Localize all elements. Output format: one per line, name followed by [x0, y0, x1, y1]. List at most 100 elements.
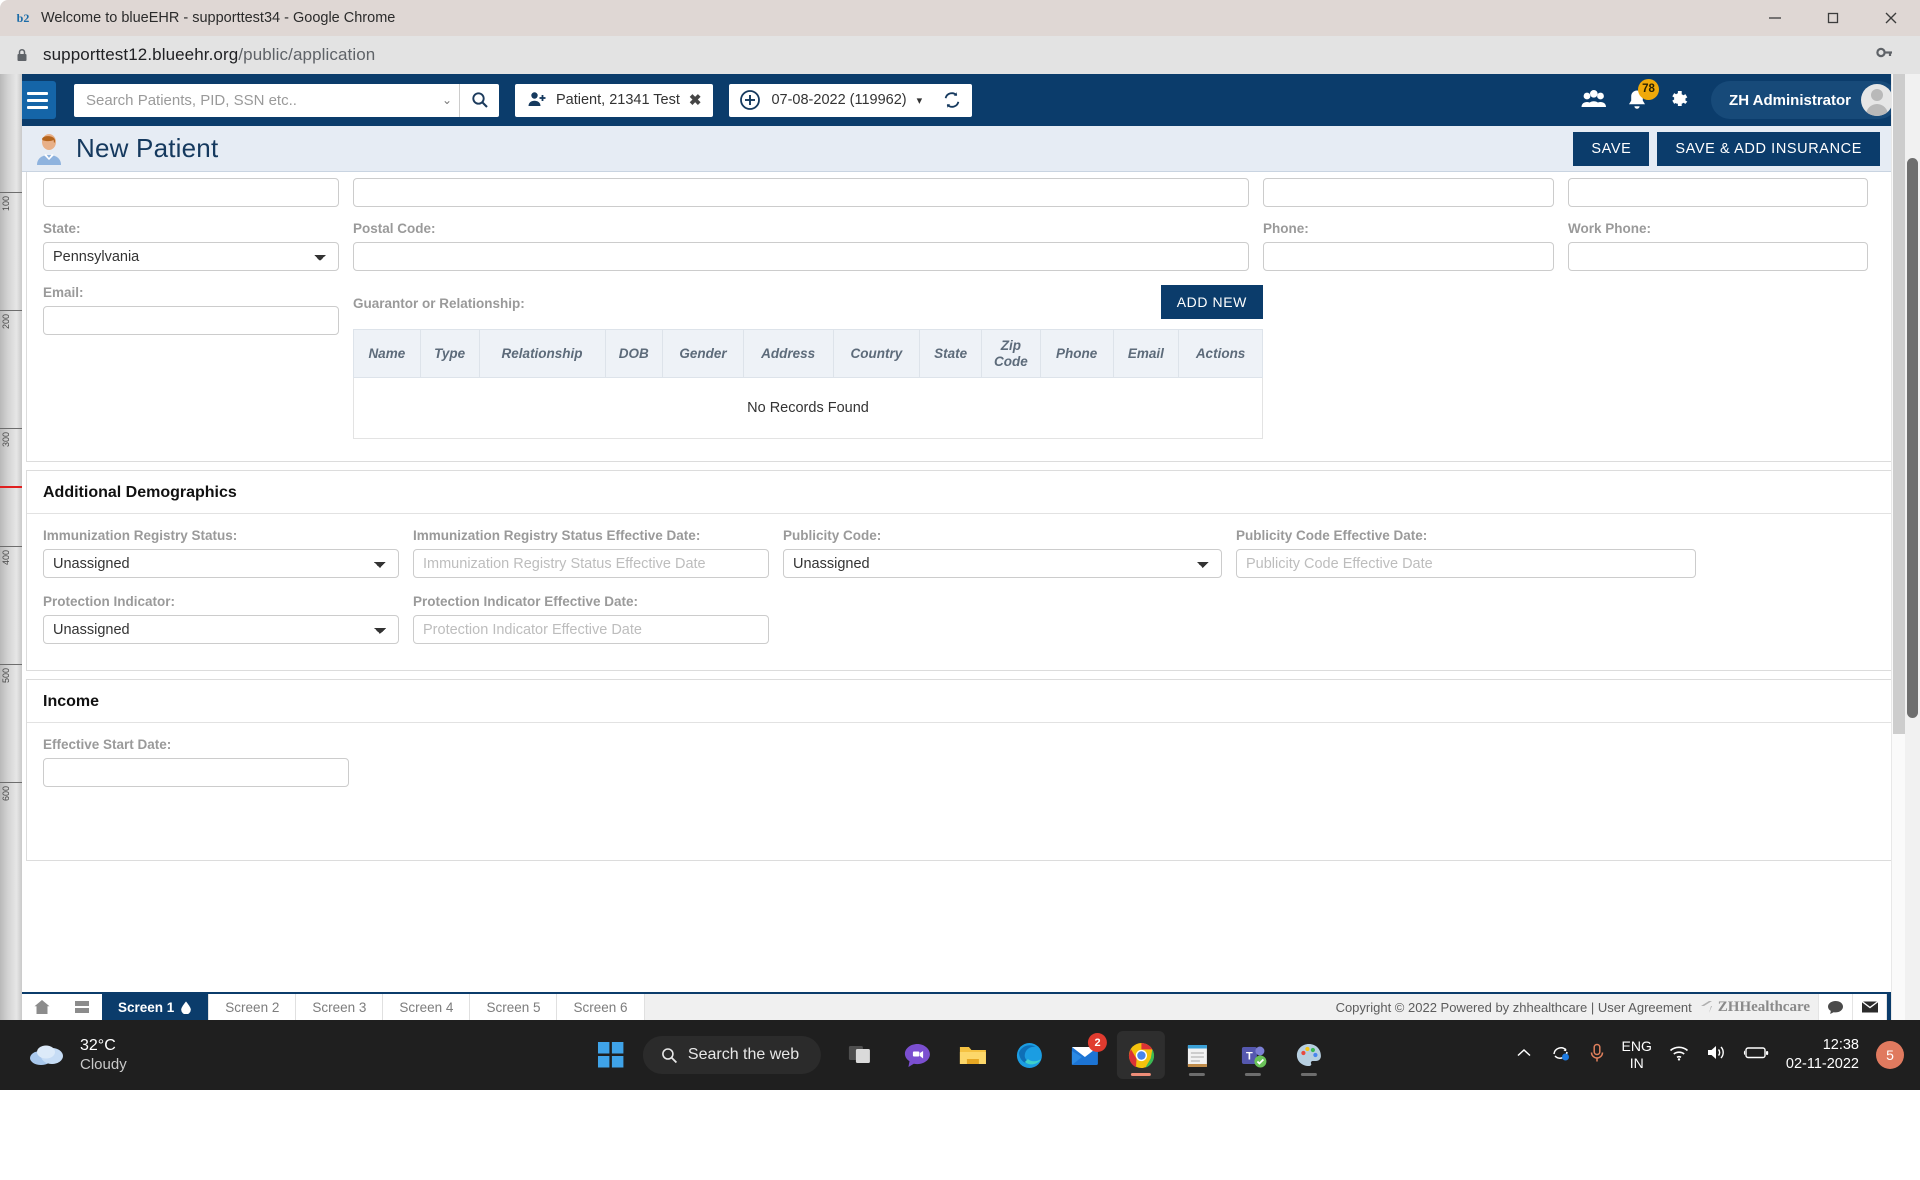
- protection-indicator-effective-date-input[interactable]: [413, 615, 769, 644]
- search-icon: [661, 1047, 678, 1064]
- chat-teams-icon[interactable]: [893, 1031, 941, 1079]
- notification-center-badge[interactable]: 5: [1876, 1041, 1904, 1069]
- url-host: supporttest12.blueehr.org: [43, 45, 238, 64]
- task-view-icon[interactable]: [837, 1031, 885, 1079]
- search-icon[interactable]: [459, 84, 499, 117]
- postal-code-input[interactable]: [353, 242, 1249, 271]
- encounter-date-label: 07-08-2022 (119962): [771, 92, 906, 108]
- inner-scrollbar-thumb[interactable]: [1893, 74, 1905, 734]
- screen-tab-5[interactable]: Screen 5: [470, 994, 557, 1020]
- email-input[interactable]: [43, 306, 339, 335]
- file-explorer-icon[interactable]: [949, 1031, 997, 1079]
- hamburger-menu-icon[interactable]: [18, 81, 56, 119]
- active-patient-chip[interactable]: Patient, 21341 Test ✖: [515, 84, 713, 117]
- wifi-icon[interactable]: [1669, 1045, 1689, 1066]
- inner-scrollbar-track[interactable]: [1891, 74, 1905, 1020]
- page-scrollbar-track[interactable]: [1905, 74, 1920, 1020]
- screen-tab-2-label: Screen 2: [225, 1000, 279, 1015]
- phone-input[interactable]: [1263, 242, 1554, 271]
- notification-badge: 78: [1638, 79, 1659, 100]
- language-indicator[interactable]: ENG IN: [1622, 1038, 1652, 1073]
- mail-badge: 2: [1088, 1033, 1107, 1052]
- effective-start-date-input[interactable]: [43, 758, 349, 787]
- state-postal-phone-row: State: Pennsylvania Postal Code: Phone:: [43, 221, 1877, 271]
- show-hidden-icons-chevron[interactable]: [1515, 1046, 1533, 1065]
- maximize-button[interactable]: [1804, 0, 1862, 36]
- edge-browser-icon[interactable]: [1005, 1031, 1053, 1079]
- search-input[interactable]: [74, 85, 435, 116]
- page-scrollbar-thumb[interactable]: [1907, 158, 1918, 718]
- col-state: State: [920, 330, 982, 378]
- close-icon[interactable]: ✖: [689, 91, 702, 109]
- envelope-icon[interactable]: [1852, 994, 1886, 1020]
- add-new-guarantor-button[interactable]: ADD NEW: [1161, 285, 1263, 319]
- screen-tab-4[interactable]: Screen 4: [383, 994, 470, 1020]
- col-name: Name: [354, 330, 421, 378]
- bell-notification-icon[interactable]: 78: [1625, 88, 1649, 113]
- effective-start-date-label: Effective Start Date:: [43, 737, 349, 752]
- chevron-down-icon[interactable]: ⌄: [435, 93, 459, 107]
- ruler-tick-200: 200: [1, 314, 11, 329]
- encounter-date-chip[interactable]: 07-08-2022 (119962) ▾: [729, 84, 972, 117]
- page-title: New Patient: [76, 133, 218, 164]
- chevron-down-icon[interactable]: ▾: [917, 94, 923, 107]
- guarantor-label: Guarantor or Relationship:: [353, 296, 525, 311]
- home-icon[interactable]: [22, 994, 62, 1020]
- chrome-tab[interactable]: b2 Welcome to blueEHR - supporttest34 - …: [0, 0, 409, 36]
- publicity-code-effective-date-input[interactable]: [1236, 549, 1696, 578]
- state-select[interactable]: Pennsylvania: [43, 242, 339, 271]
- work-phone-input[interactable]: [1568, 242, 1868, 271]
- immunization-registry-status-select[interactable]: Unassigned: [43, 549, 399, 578]
- address-line-2-input[interactable]: [353, 178, 1249, 207]
- paint-icon[interactable]: [1285, 1031, 1333, 1079]
- address-line-1-input[interactable]: [43, 178, 339, 207]
- list-view-icon[interactable]: [62, 994, 102, 1020]
- screen-tab-6[interactable]: Screen 6: [557, 994, 644, 1020]
- save-and-add-insurance-button[interactable]: SAVE & ADD INSURANCE: [1657, 132, 1880, 166]
- immunization-registry-status-effective-date-input[interactable]: [413, 549, 769, 578]
- gear-settings-icon[interactable]: [1666, 88, 1690, 112]
- drop-icon: [180, 1001, 192, 1014]
- notepad-icon[interactable]: [1173, 1031, 1221, 1079]
- app-viewport: 100 200 300 400 500 600 ⌄: [0, 74, 1920, 1020]
- teams-icon[interactable]: T: [1229, 1031, 1277, 1079]
- ruler-marker-line: [0, 486, 22, 488]
- microphone-icon[interactable]: [1589, 1043, 1605, 1068]
- additional-demographics-row-2: Protection Indicator: Unassigned Protect…: [43, 594, 1877, 644]
- battery-charging-icon[interactable]: [1743, 1045, 1769, 1065]
- weather-widget[interactable]: 32°C Cloudy: [0, 1036, 127, 1075]
- volume-icon[interactable]: [1706, 1044, 1726, 1066]
- zhhealthcare-logo-text: ZHHealthcare: [1718, 999, 1810, 1016]
- windows-start-icon[interactable]: [587, 1031, 635, 1079]
- clock[interactable]: 12:38 02-11-2022: [1786, 1036, 1859, 1074]
- city-input[interactable]: [1263, 178, 1554, 207]
- key-icon[interactable]: [1874, 43, 1894, 68]
- screen-tab-1[interactable]: Screen 1: [102, 994, 209, 1020]
- publicity-code-select[interactable]: Unassigned: [783, 549, 1222, 578]
- copyright-text: Copyright © 2022 Powered by zhhealthcare…: [1336, 1000, 1692, 1015]
- col-address: Address: [743, 330, 833, 378]
- teams-running-indicator: [1245, 1073, 1261, 1076]
- app-top-navigation: ⌄ Patient, 21341 Test ✖: [0, 74, 1920, 126]
- table-row: No Records Found: [354, 378, 1263, 439]
- screen-tab-2[interactable]: Screen 2: [209, 994, 296, 1020]
- weather-temperature: 32°C: [80, 1036, 127, 1056]
- minimize-button[interactable]: [1746, 0, 1804, 36]
- county-input[interactable]: [1568, 178, 1868, 207]
- address-row: [43, 178, 1877, 207]
- close-button[interactable]: [1862, 0, 1920, 36]
- save-button[interactable]: SAVE: [1573, 132, 1649, 166]
- group-users-icon[interactable]: [1580, 88, 1608, 112]
- user-account-chip[interactable]: ZH Administrator: [1711, 81, 1898, 119]
- screen-tab-3[interactable]: Screen 3: [296, 994, 383, 1020]
- guarantor-table: Name Type Relationship DOB Gender Addres…: [353, 329, 1263, 439]
- screen-bar-spacer: [645, 994, 1328, 1020]
- taskbar-search[interactable]: Search the web: [643, 1036, 821, 1074]
- protection-indicator-select[interactable]: Unassigned: [43, 615, 399, 644]
- address-bar[interactable]: supporttest12.blueehr.org/public/applica…: [43, 45, 375, 65]
- additional-demographics-panel: Additional Demographics Immunization Reg…: [26, 470, 1894, 671]
- chat-bubble-icon[interactable]: [1818, 994, 1852, 1020]
- onedrive-sync-icon[interactable]: [1550, 1043, 1572, 1068]
- mail-icon[interactable]: 2: [1061, 1031, 1109, 1079]
- chrome-browser-icon[interactable]: [1117, 1031, 1165, 1079]
